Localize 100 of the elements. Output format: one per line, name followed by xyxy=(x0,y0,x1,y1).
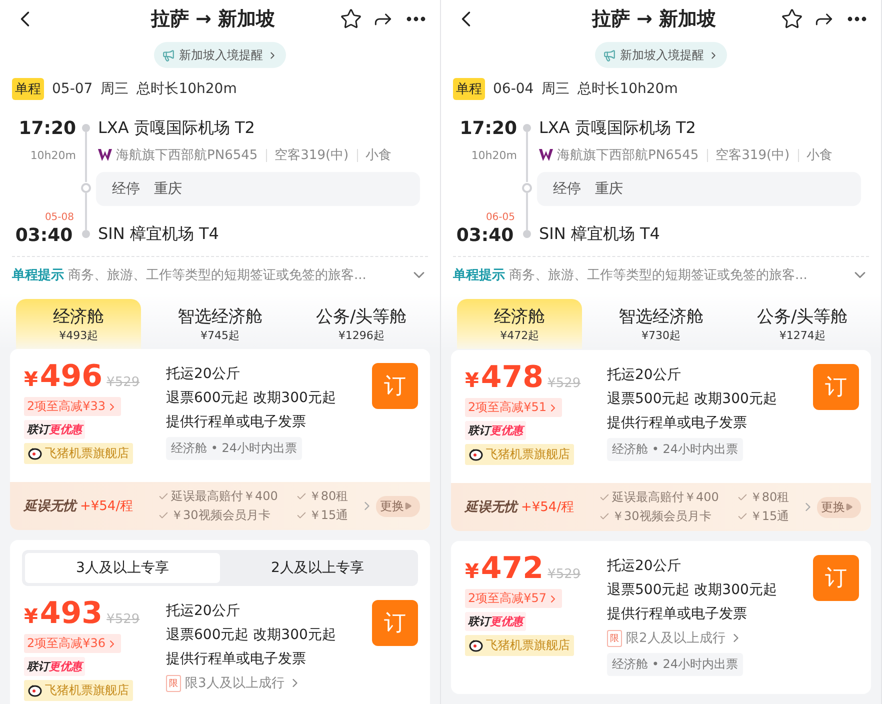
addon-benefit: ￥30视频会员月卡 xyxy=(171,507,270,524)
limit-text: 限2人及以上成行 xyxy=(626,630,726,647)
addon-title: 延误无忧 xyxy=(24,498,76,515)
store-name: 飞猪机票旗舰店 xyxy=(45,445,129,462)
fare-perk: 退票500元起 改期300元起 xyxy=(607,390,777,408)
store-name: 飞猪机票旗舰店 xyxy=(45,682,129,699)
addon-benefit: 延误最高赔付￥400 xyxy=(171,488,278,505)
limit-badge: 限 xyxy=(166,674,181,692)
arrival-time: 03:40 xyxy=(456,225,514,246)
meal: 小食 xyxy=(366,147,392,164)
arrival-time: 03:40 xyxy=(15,225,73,246)
tip-label: 单程提示 xyxy=(453,267,505,284)
bundle-label: 联订 xyxy=(27,422,49,437)
addon-title: 延误无忧 xyxy=(465,499,517,516)
departure-time: 17:20 xyxy=(18,118,76,138)
flight-duration: 10h20m xyxy=(470,148,517,162)
stopover-label: 经停 xyxy=(553,180,581,198)
arrival-date: 06-05 xyxy=(486,213,515,223)
cabin-tab[interactable]: 公务/头等舱 ¥1296起 xyxy=(298,299,424,349)
ticket-tag: 经济舱 • 24小时内出票 xyxy=(166,437,302,460)
cabin-tab[interactable]: 智选经济舱 ¥730起 xyxy=(598,299,724,349)
airline-flight: 海航旗下西部航PN6545 xyxy=(557,147,699,164)
cabin-tab[interactable]: 智选经济舱 ¥745起 xyxy=(157,299,283,349)
tip-label: 单程提示 xyxy=(12,267,64,284)
original-price: ¥529 xyxy=(548,376,581,391)
weekday: 周三 xyxy=(100,80,129,98)
change-button[interactable]: 更换 xyxy=(817,496,861,518)
ticket-tag: 经济舱 • 24小时内出票 xyxy=(607,438,743,461)
entry-notice-button[interactable]: 新加坡入境提醒 xyxy=(595,42,727,68)
bundle-label: 联订 xyxy=(468,423,490,438)
discount-link[interactable]: 2项至高减¥51 xyxy=(465,398,562,417)
store-name: 飞猪机票旗舰店 xyxy=(486,446,570,463)
fare-perk: 托运20公斤 xyxy=(607,557,681,575)
currency-symbol: ¥ xyxy=(24,604,38,628)
fare-perk: 托运20公斤 xyxy=(166,602,240,620)
arrival-airport: SIN 樟宜机场 T4 xyxy=(97,224,220,245)
currency-symbol: ¥ xyxy=(465,559,479,583)
fare-perk: 退票500元起 改期300元起 xyxy=(607,581,777,599)
addon-benefit: ￥80租 xyxy=(308,488,348,505)
bundle-highlight: 更优惠 xyxy=(490,614,523,629)
book-button[interactable]: 订 xyxy=(372,600,418,646)
fare-perk: 提供行程单或电子发票 xyxy=(166,413,306,431)
limit-text: 限3人及以上成行 xyxy=(185,675,284,692)
currency-symbol: ¥ xyxy=(465,368,479,392)
cabin-tab[interactable]: 经济舱 ¥493起 xyxy=(16,299,142,349)
limit-link[interactable]: 限 限3人及以上成行 xyxy=(166,674,302,692)
original-price: ¥529 xyxy=(548,567,581,582)
change-button[interactable]: 更换 xyxy=(376,496,420,516)
discount-link[interactable]: 2项至高减¥57 xyxy=(465,589,562,608)
stopover-city: 重庆 xyxy=(154,180,182,198)
group-tab[interactable]: 2人及以上专享 xyxy=(220,553,415,583)
book-button[interactable]: 订 xyxy=(372,363,418,409)
discount-link[interactable]: 2项至高减¥36 xyxy=(24,634,121,653)
bundle-label: 联订 xyxy=(27,659,49,674)
meal: 小食 xyxy=(806,147,833,164)
price: 496 xyxy=(40,361,103,393)
addon-benefit: ￥30视频会员月卡 xyxy=(612,508,712,525)
fare-perk: 提供行程单或电子发票 xyxy=(607,605,747,623)
price: 478 xyxy=(480,362,544,394)
airline-flight: 海航旗下西部航PN6545 xyxy=(116,147,258,164)
fare-perk: 托运20公斤 xyxy=(166,365,240,383)
arrival-airport: SIN 樟宜机场 T4 xyxy=(538,224,661,245)
tip-text: 商务、旅游、工作等类型的短期签证或免签的旅客... xyxy=(509,267,808,284)
group-tab[interactable]: 3人及以上专享 xyxy=(25,553,220,583)
bundle-highlight: 更优惠 xyxy=(49,422,82,437)
discount-link[interactable]: 2项至高减¥33 xyxy=(24,397,121,416)
book-button[interactable]: 订 xyxy=(813,555,859,601)
departure-time: 17:20 xyxy=(458,118,517,138)
fare-perk: 提供行程单或电子发票 xyxy=(607,414,747,432)
original-price: ¥529 xyxy=(106,612,140,627)
fare-perk: 提供行程单或电子发票 xyxy=(166,650,306,668)
cabin-tab[interactable]: 经济舱 ¥472起 xyxy=(457,299,582,349)
trip-type-badge: 单程 xyxy=(453,78,485,100)
bundle-highlight: 更优惠 xyxy=(49,659,82,674)
fare-perk: 退票600元起 改期300元起 xyxy=(166,626,336,644)
addon-benefit: ￥15通 xyxy=(750,508,790,525)
aircraft: 空客319(中) xyxy=(716,147,790,164)
bundle-label: 联订 xyxy=(468,614,490,629)
original-price: ¥529 xyxy=(106,375,140,390)
tip-text: 商务、旅游、工作等类型的短期签证或免签的旅客... xyxy=(68,267,368,284)
fare-perk: 托运20公斤 xyxy=(607,366,681,384)
weekday: 周三 xyxy=(542,80,570,98)
addon-benefit: ￥80租 xyxy=(750,489,790,506)
departure-airport: LXA 贡嘎国际机场 T2 xyxy=(538,118,697,138)
addon-benefit: ￥15通 xyxy=(308,507,348,524)
currency-symbol: ¥ xyxy=(24,367,38,391)
total-duration: 总时长10h20m xyxy=(136,80,237,98)
fare-perk: 退票600元起 改期300元起 xyxy=(166,389,336,407)
aircraft: 空客319(中) xyxy=(274,147,349,164)
flight-date: 06-04 xyxy=(493,81,534,97)
page-title: 拉萨 → 新加坡 xyxy=(150,7,276,32)
price: 493 xyxy=(40,598,103,630)
entry-notice-button[interactable]: 新加坡入境提醒 xyxy=(154,42,286,68)
total-duration: 总时长10h20m xyxy=(578,80,678,98)
departure-airport: LXA 贡嘎国际机场 T2 xyxy=(97,118,256,138)
limit-link[interactable]: 限 限2人及以上成行 xyxy=(607,629,744,647)
cabin-tab[interactable]: 公务/头等舱 ¥1274起 xyxy=(740,299,865,349)
flight-duration: 10h20m xyxy=(29,148,76,162)
book-button[interactable]: 订 xyxy=(813,364,859,410)
addon-price: +¥54/程 xyxy=(80,498,134,515)
